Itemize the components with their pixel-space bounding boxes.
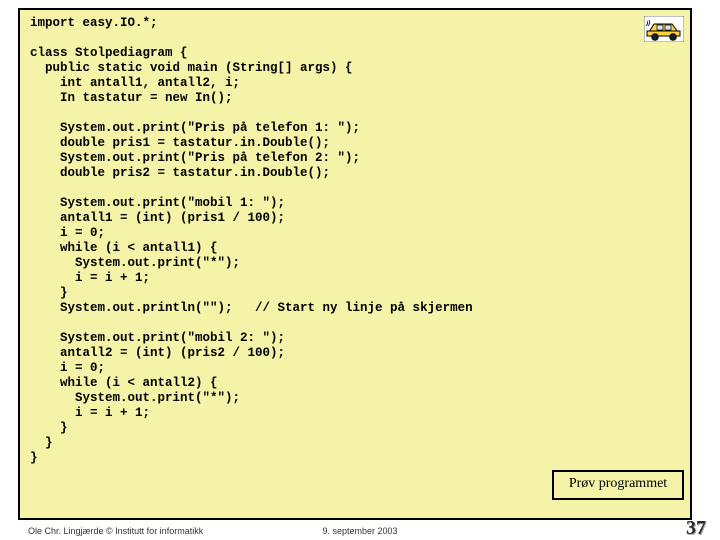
code-line: System.out.print("Pris på telefon 2: "); bbox=[30, 151, 360, 165]
page-number: 37 bbox=[686, 517, 706, 540]
code-line: i = 0; bbox=[30, 361, 105, 375]
code-line: } bbox=[30, 436, 53, 450]
code-block: import easy.IO.*; class Stolpediagram { … bbox=[30, 16, 473, 466]
code-line: while (i < antall1) { bbox=[30, 241, 218, 255]
code-line: antall2 = (int) (pris2 / 100); bbox=[30, 346, 285, 360]
code-line: i = i + 1; bbox=[30, 406, 150, 420]
code-line: System.out.print("*"); bbox=[30, 391, 240, 405]
code-line: i = i + 1; bbox=[30, 271, 150, 285]
code-line: double pris2 = tastatur.in.Double(); bbox=[30, 166, 330, 180]
code-line: class Stolpediagram { bbox=[30, 46, 188, 60]
code-line: } bbox=[30, 421, 68, 435]
slide-frame: import easy.IO.*; class Stolpediagram { … bbox=[18, 8, 692, 520]
code-line: System.out.print("Pris på telefon 1: "); bbox=[30, 121, 360, 135]
run-program-label: Prøv programmet bbox=[569, 476, 667, 491]
code-line: while (i < antall2) { bbox=[30, 376, 218, 390]
code-line: System.out.print("mobil 1: "); bbox=[30, 196, 285, 210]
code-line: } bbox=[30, 451, 38, 465]
code-line: import easy.IO.*; bbox=[30, 16, 158, 30]
code-line: double pris1 = tastatur.in.Double(); bbox=[30, 136, 330, 150]
footer-date: 9. september 2003 bbox=[0, 526, 720, 536]
code-line: } bbox=[30, 286, 68, 300]
code-line: System.out.print("mobil 2: "); bbox=[30, 331, 285, 345]
car-icon bbox=[644, 16, 684, 42]
code-line: i = 0; bbox=[30, 226, 105, 240]
run-program-button[interactable]: Prøv programmet bbox=[552, 470, 684, 500]
code-line: System.out.print("*"); bbox=[30, 256, 240, 270]
code-line: int antall1, antall2, i; bbox=[30, 76, 240, 90]
code-line: public static void main (String[] args) … bbox=[30, 61, 353, 75]
code-line: System.out.println(""); // Start ny linj… bbox=[30, 301, 473, 315]
code-line: antall1 = (int) (pris1 / 100); bbox=[30, 211, 285, 225]
code-line: In tastatur = new In(); bbox=[30, 91, 233, 105]
